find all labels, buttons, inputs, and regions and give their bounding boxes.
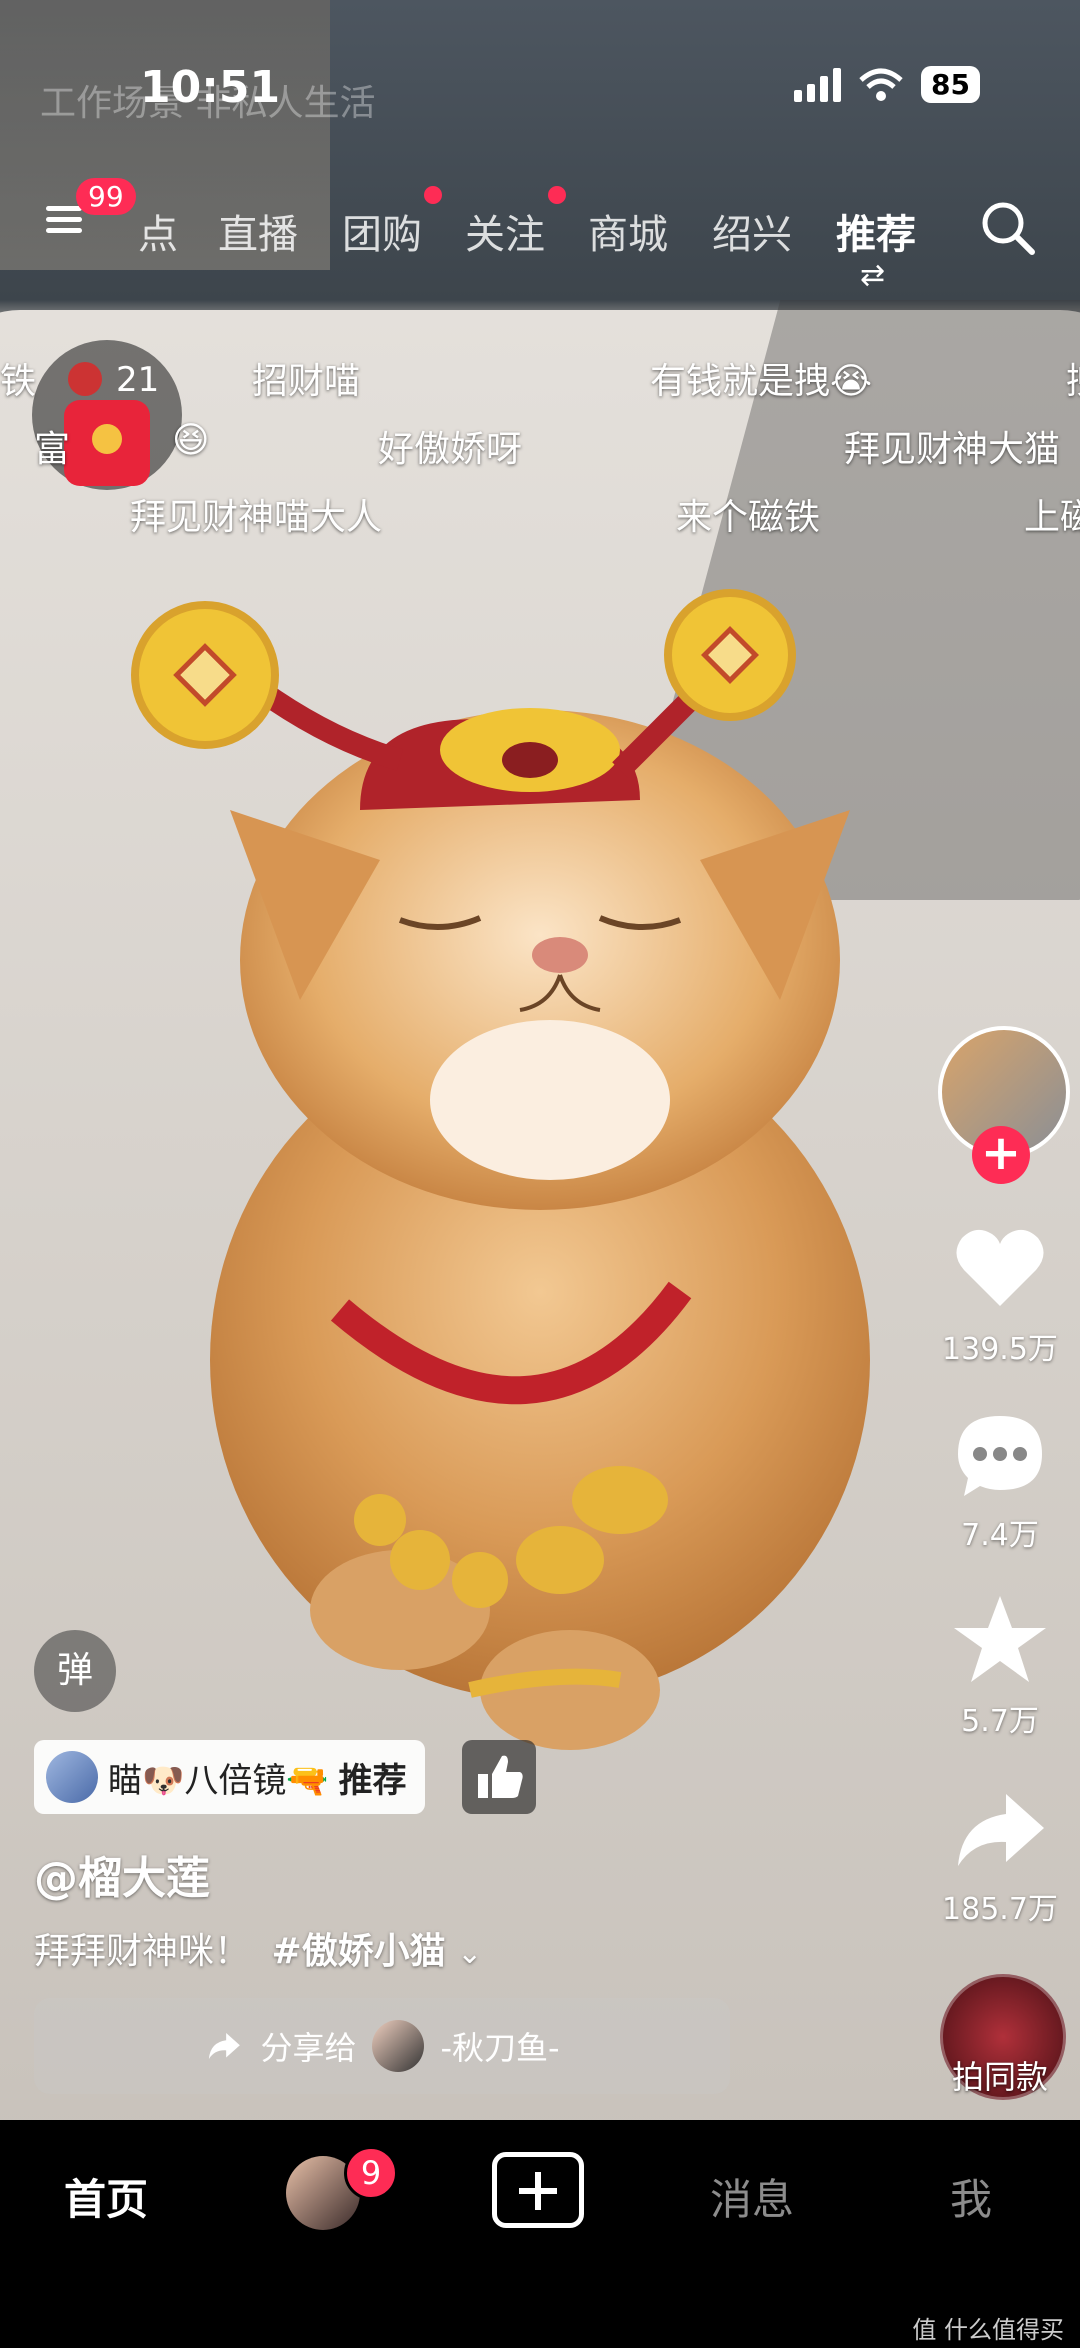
coin-icon xyxy=(92,424,122,454)
danmaku-item: 富 xyxy=(34,429,71,470)
danmaku-item: 拜见财神大猫 xyxy=(844,429,1061,470)
watermark: 值 什么值得买 xyxy=(912,2316,1064,2344)
nav-me[interactable]: 我 xyxy=(950,2166,992,2227)
danmaku-item: 招财喵 xyxy=(252,361,361,402)
comment-count: 7.4万 xyxy=(961,1518,1039,1553)
share-count: 185.7万 xyxy=(942,1892,1058,1927)
recommend-tag-text: 瞄🐶八倍镜🔫 xyxy=(108,1760,329,1801)
share-icon[interactable] xyxy=(950,1780,1050,1880)
tab-live[interactable]: 直播 xyxy=(218,202,298,260)
author-name[interactable]: @榴大莲 xyxy=(34,1842,210,1906)
caption-text: 拜拜财神咪！ xyxy=(34,1931,251,1972)
share-arrow-icon xyxy=(209,2033,241,2059)
danmaku-item: 铁 xyxy=(0,361,37,402)
status-time: 10:51 xyxy=(140,62,281,113)
heart-icon[interactable] xyxy=(950,1218,1050,1318)
swap-icon[interactable]: ⇄ xyxy=(860,258,885,293)
danmaku-item: 拽 xyxy=(1066,352,1080,404)
tab-following[interactable]: 关注 xyxy=(465,202,545,260)
tab-group-buy-dot xyxy=(424,186,442,204)
danmaku-toggle-button[interactable]: 弹 xyxy=(34,1630,116,1712)
danmaku-item: 来个磁铁 xyxy=(676,497,821,538)
tab-recommend[interactable]: 推荐 xyxy=(836,202,916,260)
danmaku-item: 😆 xyxy=(172,420,210,461)
share-friend-name: -秋刀鱼- xyxy=(440,2029,560,2067)
favorite-count: 5.7万 xyxy=(961,1704,1039,1739)
danmaku-item: 好傲娇呀 xyxy=(378,429,523,470)
recommend-tag[interactable]: 瞄🐶八倍镜🔫 推荐 xyxy=(34,1740,425,1814)
star-icon[interactable] xyxy=(950,1590,1050,1690)
friend-avatar xyxy=(372,2020,425,2072)
tag-avatar xyxy=(46,1751,98,1803)
share-prefix: 分享给 xyxy=(260,2029,357,2067)
expand-chevron-icon[interactable]: ⌄ xyxy=(457,1936,482,1971)
follow-button[interactable]: + xyxy=(972,1126,1030,1184)
caption-hashtag[interactable]: #傲娇小猫 xyxy=(271,1931,445,1972)
tab-shaoxing[interactable]: 绍兴 xyxy=(712,202,792,260)
wifi-icon xyxy=(859,68,903,101)
danmaku-item: 拜见财神喵大人 xyxy=(130,497,383,538)
recommend-tag-action: 推荐 xyxy=(338,1760,407,1801)
share-to-friend-bar[interactable]: 分享给 -秋刀鱼- xyxy=(34,1998,730,2094)
tab-group-buy[interactable]: 团购 xyxy=(342,202,422,260)
tab-dian[interactable]: 点 xyxy=(138,202,178,260)
remix-label[interactable]: 拍同款 xyxy=(920,2052,1080,2098)
menu-badge: 99 xyxy=(76,178,136,215)
like-count: 139.5万 xyxy=(942,1332,1058,1367)
video-caption: 拜拜财神咪！ #傲娇小猫 ⌄ xyxy=(34,1922,482,1974)
tab-mall[interactable]: 商城 xyxy=(588,202,668,260)
battery-indicator: 85 xyxy=(921,66,980,103)
signal-icon xyxy=(794,67,842,102)
friends-badge: 9 xyxy=(344,2146,398,2200)
tab-following-dot xyxy=(548,186,566,204)
red-packet-count: 21 xyxy=(116,360,160,400)
danmaku-item: 上磁 xyxy=(1024,497,1080,538)
search-icon[interactable] xyxy=(978,198,1038,258)
nav-messages[interactable]: 消息 xyxy=(710,2166,794,2227)
comment-icon[interactable] xyxy=(950,1406,1050,1506)
thumbs-up-icon[interactable] xyxy=(462,1740,536,1814)
red-packet-avatar xyxy=(68,362,102,396)
status-icons: 85 xyxy=(794,66,980,103)
create-plus-button[interactable] xyxy=(492,2152,584,2228)
danmaku-item: 有钱就是拽😭 xyxy=(650,361,873,402)
nav-home[interactable]: 首页 xyxy=(64,2166,148,2227)
